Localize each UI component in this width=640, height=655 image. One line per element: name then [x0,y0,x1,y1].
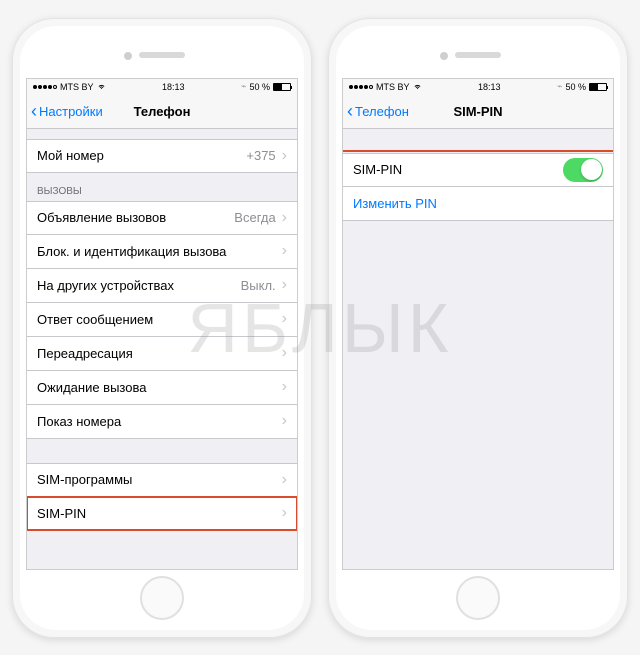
back-button[interactable]: ‹ Телефон [343,101,409,122]
chevron-right-icon: › [282,471,287,489]
toggle-knob [581,159,602,180]
row-sim-pin[interactable]: SIM-PIN › [27,497,297,531]
iphone-left: MTS BY 18:13 ⌁ 50 % ‹ Настройки Телефон [12,18,312,638]
toggle-switch[interactable] [563,158,603,182]
battery-icon [589,83,607,91]
battery-percent: 50 % [249,82,270,92]
page-title: SIM-PIN [453,104,502,119]
clock: 18:13 [478,82,501,92]
chevron-right-icon: › [282,344,287,362]
nav-bar: ‹ Настройки Телефон [27,95,297,129]
row-change-pin[interactable]: Изменить PIN [343,187,613,221]
home-button[interactable] [140,576,184,620]
status-bar: MTS BY 18:13 ⌁ 50 % [343,79,613,95]
front-camera [124,52,132,60]
battery-icon [273,83,291,91]
page-title: Телефон [134,104,191,119]
row-value: +375 [246,148,275,163]
chevron-left-icon: ‹ [347,101,353,122]
carrier-label: MTS BY [376,82,410,92]
settings-list: SIM-PIN Изменить PIN [343,129,613,221]
chevron-right-icon: › [282,209,287,227]
section-header-calls: Вызовы [27,173,297,201]
chevron-right-icon: › [282,378,287,396]
row-label: Объявление вызовов [37,210,166,225]
row-reply-message[interactable]: Ответ сообщением › [27,303,297,337]
row-show-number[interactable]: Показ номера › [27,405,297,439]
bluetooth-icon: ⌁ [241,81,246,92]
screen-right: MTS BY 18:13 ⌁ 50 % ‹ Телефон SIM-PIN [342,78,614,570]
signal-dots-icon [33,85,57,89]
row-sim-pin-toggle[interactable]: SIM-PIN [343,153,613,187]
speaker [455,52,501,58]
back-button[interactable]: ‹ Настройки [27,101,103,122]
row-my-number[interactable]: Мой номер +375 › [27,139,297,173]
wifi-icon [97,83,106,90]
speaker [139,52,185,58]
chevron-right-icon: › [282,310,287,328]
bluetooth-icon: ⌁ [557,81,562,92]
clock: 18:13 [162,82,185,92]
row-label: SIM-PIN [37,506,86,521]
row-forwarding[interactable]: Переадресация › [27,337,297,371]
screen-left: MTS BY 18:13 ⌁ 50 % ‹ Настройки Телефон [26,78,298,570]
row-label: На других устройствах [37,278,174,293]
wifi-icon [413,83,422,90]
back-label: Настройки [39,104,103,119]
chevron-left-icon: ‹ [31,101,37,122]
chevron-right-icon: › [282,276,287,294]
iphone-right: MTS BY 18:13 ⌁ 50 % ‹ Телефон SIM-PIN [328,18,628,638]
chevron-right-icon: › [282,412,287,430]
chevron-right-icon: › [282,242,287,260]
row-label: Переадресация [37,346,133,361]
row-call-waiting[interactable]: Ожидание вызова › [27,371,297,405]
front-camera [440,52,448,60]
nav-bar: ‹ Телефон SIM-PIN [343,95,613,129]
carrier-label: MTS BY [60,82,94,92]
row-value: Выкл. [241,278,276,293]
row-label: Блок. и идентификация вызова [37,244,226,259]
row-label: Ответ сообщением [37,312,153,327]
settings-list: Мой номер +375 › Вызовы Объявление вызов… [27,129,297,531]
chevron-right-icon: › [282,147,287,165]
signal-dots-icon [349,85,373,89]
row-label: Ожидание вызова [37,380,146,395]
home-button[interactable] [456,576,500,620]
back-label: Телефон [355,104,409,119]
row-label: SIM-программы [37,472,132,487]
row-label: Мой номер [37,148,104,163]
row-value: Всегда [234,210,275,225]
chevron-right-icon: › [282,504,287,522]
row-block-id[interactable]: Блок. и идентификация вызова › [27,235,297,269]
battery-percent: 50 % [565,82,586,92]
row-other-devices[interactable]: На других устройствах Выкл. › [27,269,297,303]
row-label: Показ номера [37,414,121,429]
row-label: Изменить PIN [353,196,437,211]
row-label: SIM-PIN [353,162,402,177]
row-announce-calls[interactable]: Объявление вызовов Всегда › [27,201,297,235]
row-sim-apps[interactable]: SIM-программы › [27,463,297,497]
status-bar: MTS BY 18:13 ⌁ 50 % [27,79,297,95]
